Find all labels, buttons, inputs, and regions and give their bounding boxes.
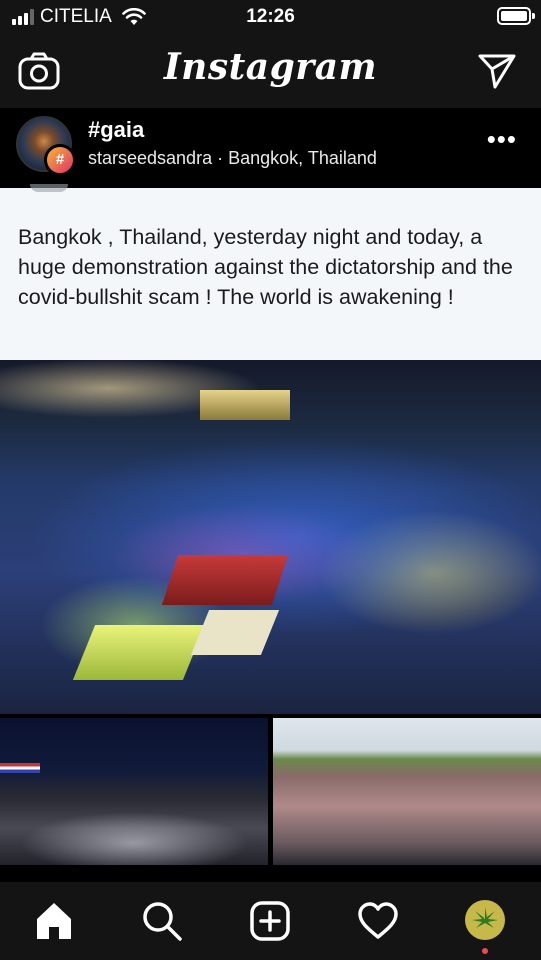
hashtag-avatar[interactable]: #: [16, 116, 76, 176]
tent-shape: [72, 625, 206, 680]
battery-icon: [497, 7, 535, 25]
search-icon[interactable]: [141, 900, 183, 942]
home-icon[interactable]: [33, 900, 75, 942]
app-header: Instagram: [0, 34, 541, 108]
caption-card: Bangkok , Thailand, yesterday night and …: [0, 184, 541, 360]
activity-heart-icon[interactable]: [357, 900, 399, 942]
post-header: # #gaia starseedsandra · Bangkok, Thaila…: [0, 108, 541, 188]
crowd-night-photo[interactable]: [0, 718, 268, 865]
profile-avatar[interactable]: [465, 900, 505, 954]
separator-dot: ·: [217, 148, 224, 168]
tent-shape-2: [190, 610, 280, 655]
username-link[interactable]: starseedsandra: [88, 148, 212, 168]
location-link[interactable]: Bangkok, Thailand: [228, 148, 377, 168]
caption-text: Bangkok , Thailand, yesterday night and …: [18, 225, 513, 309]
bottom-navigation: [0, 882, 541, 960]
hashtag-name[interactable]: #gaia: [88, 117, 144, 143]
cannabis-leaf-icon: [465, 900, 505, 940]
more-options-icon[interactable]: •••: [487, 126, 517, 152]
instagram-logo[interactable]: Instagram: [0, 46, 541, 88]
notification-dot: [482, 948, 488, 954]
clock: 12:26: [246, 6, 295, 27]
crowd-aerial-photo[interactable]: [0, 360, 541, 714]
caption-top-fragment: [30, 184, 68, 192]
hashtag-badge-icon: #: [44, 144, 76, 176]
crowd-day-photo[interactable]: [273, 718, 541, 865]
thai-flag-shape: [0, 763, 40, 773]
stage-shape: [161, 555, 289, 605]
add-post-icon[interactable]: [249, 900, 291, 942]
status-bar: CITELIA 12:26: [0, 0, 541, 34]
post-subtitle: starseedsandra · Bangkok, Thailand: [88, 148, 377, 169]
direct-send-icon[interactable]: [477, 52, 517, 90]
building-shape: [200, 390, 290, 420]
